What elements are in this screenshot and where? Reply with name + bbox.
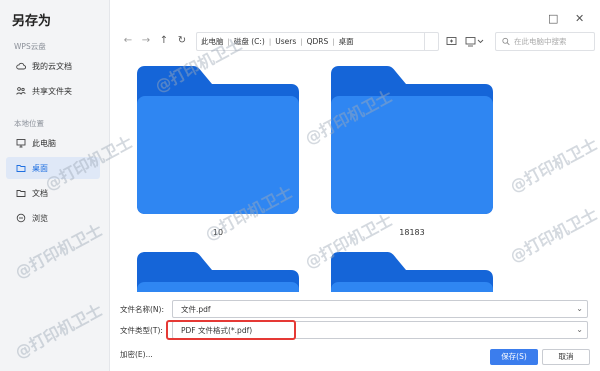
sidebar-item-label: 文档 (32, 188, 48, 198)
sidebar-item-my-cloud-docs[interactable]: 我的云文档 (6, 55, 100, 77)
breadcrumb-dropdown[interactable] (424, 33, 438, 50)
search-box (495, 32, 595, 51)
cancel-button[interactable]: 取消 (542, 349, 590, 365)
close-button[interactable]: ✕ (575, 12, 584, 25)
folder-item[interactable] (331, 252, 493, 292)
folder-icon (137, 66, 299, 214)
breadcrumb-item-desktop[interactable]: 桌面 (335, 36, 358, 47)
sidebar-item-label: 桌面 (32, 163, 48, 173)
encrypt-link[interactable]: 加密(E)... (120, 349, 153, 360)
sidebar-item-label: 浏览 (32, 213, 48, 223)
monitor-icon (16, 139, 26, 148)
filetype-label: 文件类型(T): (120, 326, 163, 335)
back-button[interactable]: ← (122, 35, 134, 47)
breadcrumb-item-this-pc[interactable]: 此电脑 (197, 36, 228, 47)
sidebar-item-this-pc[interactable]: 此电脑 (6, 132, 100, 154)
save-button[interactable]: 保存(S) (490, 349, 538, 365)
view-mode-icon[interactable] (465, 36, 485, 47)
toolbar: ← → ↑ ↻ 此电脑 | 磁盘 (C:) | Users | QDRS | 桌… (110, 30, 600, 54)
watermark: @打印机卫士 (506, 204, 600, 267)
refresh-button[interactable]: ↻ (176, 35, 188, 47)
folder-icon (16, 190, 26, 197)
breadcrumb-item-drive-c[interactable]: 磁盘 (C:) (230, 36, 269, 47)
up-button[interactable]: ↑ (158, 35, 170, 47)
sidebar-item-label: 共享文件夹 (32, 86, 72, 96)
folder-icon (331, 66, 493, 214)
search-input[interactable] (514, 37, 594, 46)
dialog-title: 另存为 (12, 14, 52, 29)
chevron-down-icon[interactable]: ⌄ (576, 325, 583, 334)
sidebar-item-documents[interactable]: 文档 (6, 182, 100, 204)
sidebar-item-label: 我的云文档 (32, 61, 72, 71)
folder-item[interactable] (137, 252, 299, 292)
maximize-button[interactable]: □ (548, 12, 558, 25)
filename-label: 文件名称(N): (120, 305, 164, 314)
breadcrumb-item-qdrs[interactable]: QDRS (303, 37, 333, 46)
forward-button[interactable]: → (140, 35, 152, 47)
folder-label: 18183 (399, 228, 425, 237)
sidebar-item-shared-folder[interactable]: 共享文件夹 (6, 80, 100, 102)
sidebar-item-label: 此电脑 (32, 138, 56, 148)
filename-field[interactable]: 文件.pdf ⌄ (172, 300, 588, 318)
sidebar: 另存为 WPS云盘 我的云文档 共享文件夹 本地位置 此电脑 桌面 文档 浏览 (0, 0, 110, 371)
new-folder-icon[interactable] (446, 36, 457, 47)
folder-item[interactable]: 18183 (331, 66, 493, 237)
breadcrumb-item-users[interactable]: Users (271, 37, 300, 46)
folder-icon (16, 165, 26, 172)
save-form: 文件名称(N): 文件.pdf ⌄ 文件类型(T): PDF 文件格式(*.pd… (110, 292, 600, 371)
section-label-local: 本地位置 (14, 119, 44, 128)
folder-icon (331, 252, 493, 292)
sidebar-item-desktop[interactable]: 桌面 (6, 157, 100, 179)
highlight-annotation (166, 320, 296, 340)
watermark: @打印机卫士 (506, 134, 600, 197)
folder-icon (137, 252, 299, 292)
search-icon (502, 37, 510, 46)
share-icon (16, 87, 26, 95)
sidebar-item-browse[interactable]: 浏览 (6, 207, 100, 229)
filename-value: 文件.pdf (181, 304, 211, 314)
cloud-icon (16, 62, 26, 70)
breadcrumb: 此电脑 | 磁盘 (C:) | Users | QDRS | 桌面 (196, 32, 439, 51)
browse-icon (16, 213, 26, 223)
folder-label: 10 (212, 228, 224, 237)
section-label-cloud: WPS云盘 (14, 42, 46, 51)
folder-item[interactable]: 10 (137, 66, 299, 237)
chevron-down-icon[interactable]: ⌄ (576, 304, 583, 313)
